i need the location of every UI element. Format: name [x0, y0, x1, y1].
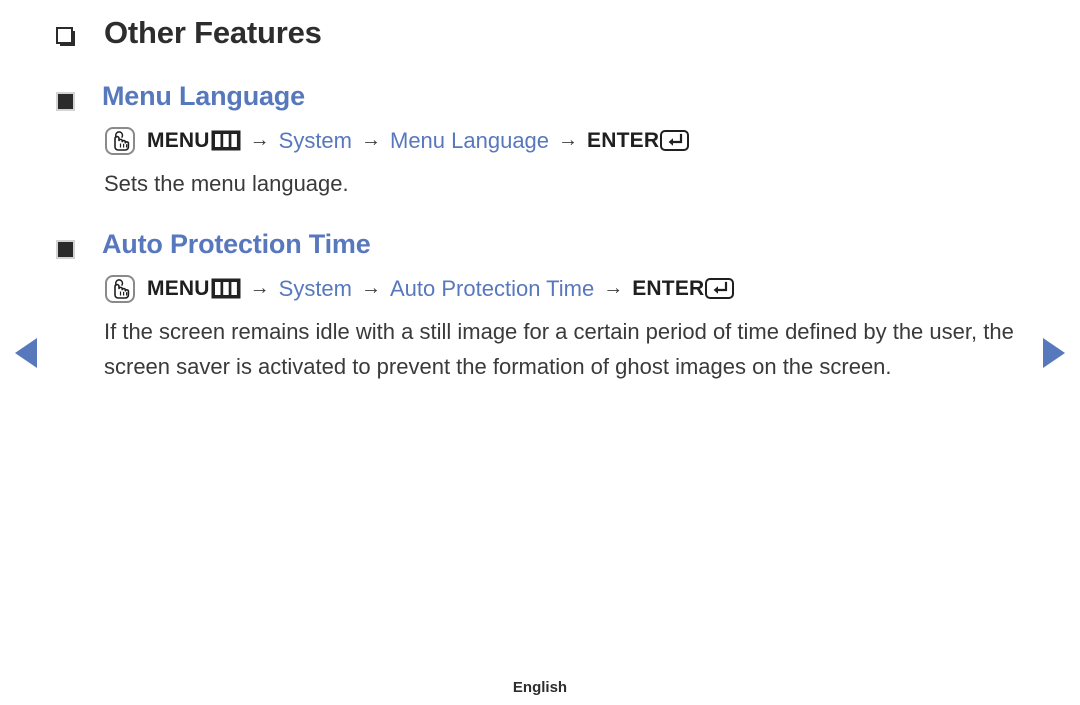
section-heading-auto-protection-time: Auto Protection Time [102, 228, 371, 259]
path-step-system[interactable]: System [279, 128, 352, 154]
hand-press-icon [105, 274, 135, 303]
path-step-system[interactable]: System [279, 276, 352, 302]
menu-button-label: MENU [147, 128, 210, 152]
path-arrow-3: → [603, 277, 624, 300]
path-arrow-2: → [361, 277, 381, 300]
section-heading-row-menu-language: Menu Language [56, 79, 1024, 114]
page-title-row: Other Features [56, 14, 1024, 53]
menu-button-icon [211, 130, 241, 151]
path-arrow-3: → [558, 129, 579, 152]
hand-press-icon [105, 126, 135, 155]
page-title: Other Features [104, 15, 322, 50]
enter-button-icon [660, 130, 690, 152]
enter-button-label: ENTER [587, 128, 660, 152]
page-content: Other Features Menu Language MENU → Syst… [56, 14, 1024, 410]
path-step-menu-language[interactable]: Menu Language [390, 128, 549, 154]
section-heading-menu-language: Menu Language [102, 80, 305, 111]
previous-page-arrow[interactable] [15, 338, 37, 368]
path-arrow-1: → [249, 129, 270, 152]
footer-language: English [512, 679, 568, 696]
path-arrow-1: → [249, 277, 270, 300]
enter-button-icon [705, 278, 735, 300]
enter-button-label: ENTER [632, 276, 705, 300]
menu-button-icon [211, 278, 241, 299]
next-page-arrow[interactable] [1043, 338, 1065, 368]
section-body-menu-language: Sets the menu language. [104, 170, 349, 196]
menu-path-auto-protection-time: MENU → System → Auto Protection Time → E… [104, 274, 1024, 304]
menu-button-label: MENU [147, 276, 210, 300]
menu-path-menu-language: MENU → System → Menu Language → ENTER [104, 126, 1024, 156]
path-step-auto-protection-time[interactable]: Auto Protection Time [390, 276, 594, 302]
square-filled-bullet-icon [56, 239, 75, 259]
path-arrow-2: → [361, 129, 381, 152]
section-body-auto-protection-time: If the screen remains idle with a still … [104, 318, 1014, 379]
square-outline-bullet-icon [56, 27, 75, 46]
square-filled-bullet-icon [56, 91, 75, 111]
section-heading-row-auto-protection-time: Auto Protection Time [56, 227, 1024, 262]
